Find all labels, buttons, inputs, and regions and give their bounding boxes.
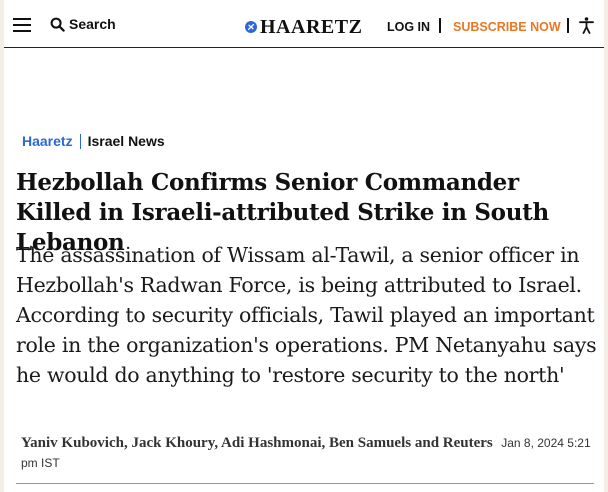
top-navigation-bar: Search HAARETZ LOG IN SUBSCRIBE NOW xyxy=(4,0,604,48)
article-byline: Yaniv Kubovich, Jack Khoury, Adi Hashmon… xyxy=(21,433,596,473)
logo-mark-icon xyxy=(245,21,257,33)
nav-divider xyxy=(439,18,441,33)
logo-text: HAARETZ xyxy=(260,16,363,38)
nav-divider xyxy=(567,18,569,33)
breadcrumb-section-link[interactable]: Israel News xyxy=(88,133,165,149)
search-button[interactable]: Search xyxy=(50,16,116,32)
author-links[interactable]: Yaniv Kubovich, Jack Khoury, Adi Hashmon… xyxy=(21,435,493,451)
breadcrumb-home-link[interactable]: Haaretz xyxy=(22,133,73,149)
login-link[interactable]: LOG IN xyxy=(387,20,430,34)
breadcrumb-separator xyxy=(79,133,81,149)
search-label: Search xyxy=(69,16,116,32)
page: Search HAARETZ LOG IN SUBSCRIBE NOW Haar… xyxy=(4,0,604,492)
haaretz-logo[interactable]: HAARETZ xyxy=(245,17,362,37)
menu-icon[interactable] xyxy=(13,18,31,32)
article-subheading: The assassination of Wissam al-Tawil, a … xyxy=(16,243,597,387)
accessibility-icon[interactable] xyxy=(579,17,594,34)
breadcrumb: Haaretz Israel News xyxy=(22,133,165,149)
divider-line xyxy=(16,483,594,484)
subscribe-link[interactable]: SUBSCRIBE NOW xyxy=(453,20,561,34)
search-icon xyxy=(50,17,65,32)
